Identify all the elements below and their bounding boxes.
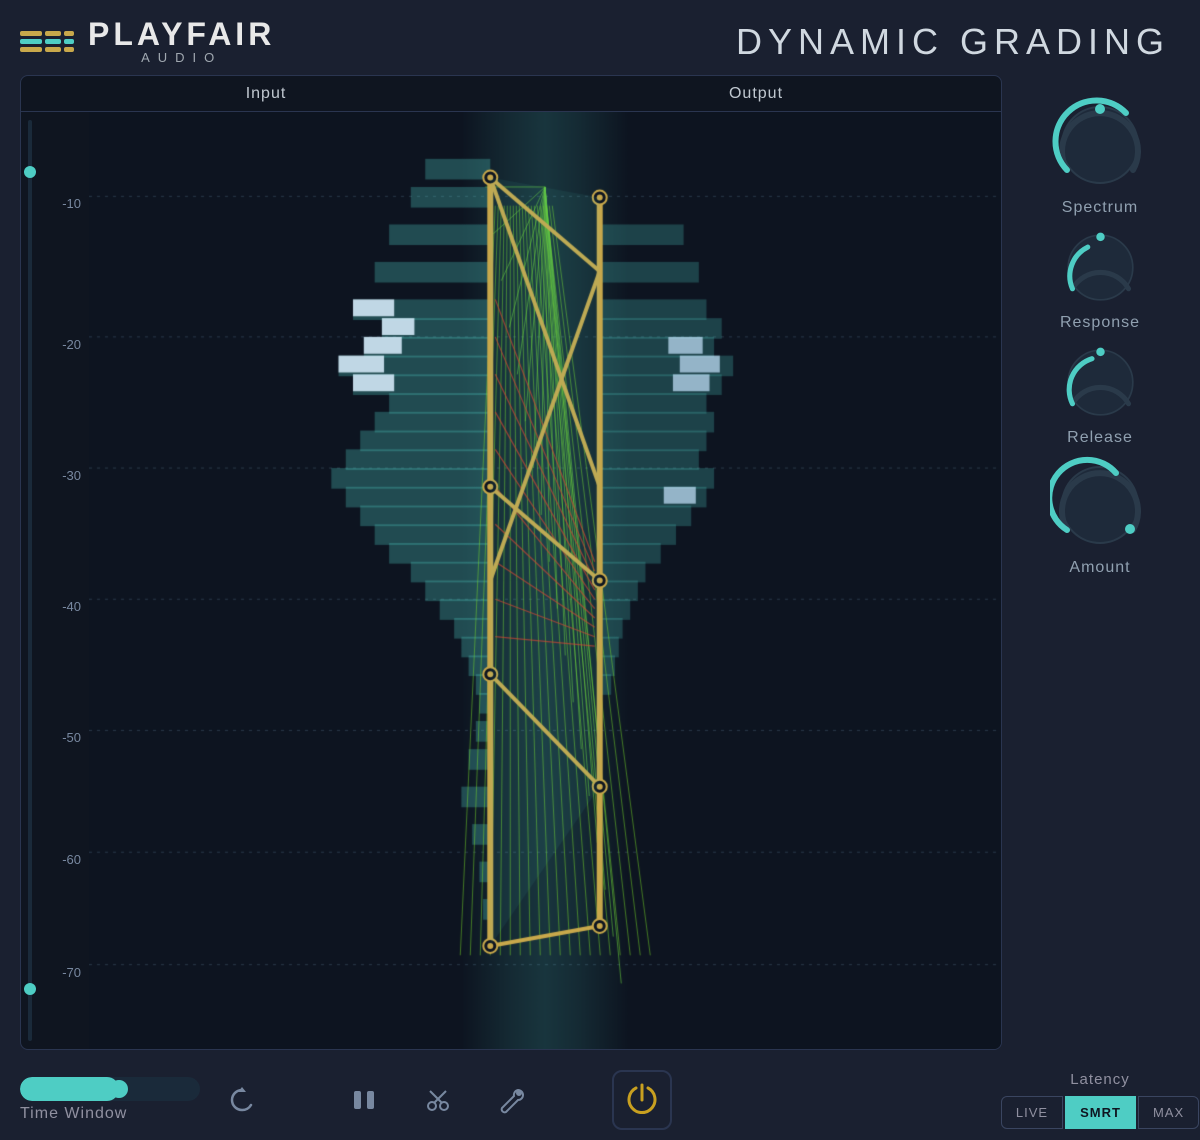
pause-button[interactable]	[342, 1078, 386, 1122]
knob-release[interactable]	[1058, 340, 1143, 425]
latency-smrt-button[interactable]: SMRT	[1065, 1096, 1136, 1129]
latency-buttons: LIVE SMRT MAX	[1001, 1096, 1199, 1129]
reset-button[interactable]	[220, 1078, 264, 1122]
analyzer-body: -10 -20 -30 -40 -50 -60 -70	[21, 112, 1001, 1049]
latency-section: Latency LIVE SMRT MAX	[1020, 1071, 1180, 1129]
db-marker-70: -70	[62, 965, 81, 980]
output-label: Output	[511, 76, 1001, 111]
knob-amount-label: Amount	[1069, 559, 1130, 577]
db-marker-60: -60	[62, 852, 81, 867]
right-panel: Spectrum Response	[1020, 75, 1180, 1050]
knob-spectrum[interactable]	[1050, 95, 1150, 195]
left-slider[interactable]	[21, 112, 39, 1049]
latency-max-button[interactable]: MAX	[1138, 1096, 1199, 1129]
knob-spectrum-section: Spectrum	[1020, 95, 1180, 217]
spectrum-area	[89, 112, 1001, 1049]
knob-spectrum-label: Spectrum	[1062, 199, 1138, 217]
db-marker-10: -10	[62, 196, 81, 211]
db-marker-50: -50	[62, 730, 81, 745]
logo-sub: AUDIO	[88, 50, 275, 65]
db-marker-30: -30	[62, 468, 81, 483]
knob-release-section: Release	[1020, 340, 1180, 447]
knob-release-label: Release	[1067, 429, 1133, 447]
analyzer-labels: Input Output	[21, 76, 1001, 112]
time-window-slider[interactable]	[20, 1077, 200, 1101]
db-scale: -10 -20 -30 -40 -50 -60 -70	[39, 112, 89, 1049]
header: PLAYFAIR AUDIO DYNAMIC GRADING	[0, 0, 1200, 75]
db-marker-20: -20	[62, 337, 81, 352]
knob-amount[interactable]	[1050, 455, 1150, 555]
time-window-fill	[20, 1077, 119, 1101]
time-window-label: Time Window	[20, 1105, 200, 1123]
slider-thumb-bottom[interactable]	[24, 983, 36, 995]
logo-text: PLAYFAIR AUDIO	[88, 18, 275, 65]
logo-name: PLAYFAIR	[88, 18, 275, 50]
knob-response[interactable]	[1058, 225, 1143, 310]
time-window-thumb[interactable]	[110, 1080, 128, 1098]
app-title: DYNAMIC GRADING	[736, 21, 1170, 63]
slider-track	[28, 120, 32, 1041]
main-content: Input Output -10 -20 -30 -40 -50 -60 -70	[0, 75, 1200, 1060]
knob-response-section: Response	[1020, 225, 1180, 332]
analyzer-panel: Input Output -10 -20 -30 -40 -50 -60 -70	[20, 75, 1002, 1050]
logo-icon	[20, 31, 74, 52]
bottom-bar: Time Window	[0, 1060, 1200, 1140]
input-label: Input	[21, 76, 511, 111]
time-window-section: Time Window	[20, 1077, 200, 1123]
wrench-button[interactable]	[490, 1078, 534, 1122]
db-marker-40: -40	[62, 599, 81, 614]
spectrum-canvas	[89, 112, 1001, 1049]
knob-response-label: Response	[1060, 314, 1140, 332]
latency-live-button[interactable]: LIVE	[1001, 1096, 1063, 1129]
scissors-button[interactable]	[416, 1078, 460, 1122]
power-button[interactable]	[612, 1070, 672, 1130]
slider-thumb-top[interactable]	[24, 166, 36, 178]
latency-label: Latency	[1070, 1071, 1130, 1088]
bottom-center-icons	[284, 1078, 592, 1122]
logo-area: PLAYFAIR AUDIO	[20, 18, 275, 65]
knob-amount-section: Amount	[1020, 455, 1180, 577]
